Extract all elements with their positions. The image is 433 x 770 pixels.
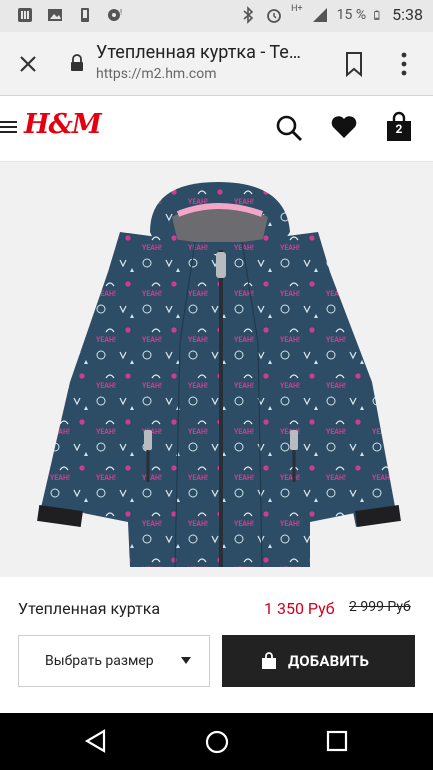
clock: 5:38	[392, 5, 423, 24]
page-title[interactable]: Утепленная куртка - Те…	[96, 42, 336, 63]
hamburger-icon[interactable]	[0, 118, 18, 136]
signal-icon	[312, 7, 327, 22]
battery-icon	[374, 10, 380, 20]
alarm-icon	[267, 8, 282, 23]
shopping-bag-icon	[262, 652, 276, 669]
heart-icon[interactable]	[330, 114, 358, 140]
status-bar: ! H+ 15 % 5:38	[0, 0, 433, 32]
sim-icon	[18, 8, 32, 22]
recents-icon[interactable]	[326, 730, 348, 752]
svg-text:!: !	[120, 8, 122, 17]
product-info-panel: Утепленная куртка 1 350 Руб 2 999 Руб Вы…	[0, 577, 433, 713]
android-nav-bar	[0, 713, 433, 770]
lock-icon	[71, 54, 83, 71]
home-icon[interactable]	[204, 729, 230, 755]
add-button-label: ДОБАВИТЬ	[288, 652, 370, 670]
size-select[interactable]: Выбрать размер	[18, 635, 210, 687]
browser-toolbar: Утепленная куртка - Те… https://m2.hm.co…	[0, 32, 433, 96]
bag-count-badge: 2	[395, 122, 403, 136]
chevron-down-icon	[181, 657, 191, 664]
product-name: Утепленная куртка	[18, 599, 161, 618]
url-text[interactable]: https://m2.hm.com	[96, 66, 216, 82]
size-select-label: Выбрать размер	[45, 653, 154, 669]
original-price: 2 999 Руб	[349, 599, 411, 615]
site-header: H&M 2	[0, 96, 433, 162]
sale-price: 1 350 Руб	[264, 599, 335, 618]
bookmark-icon[interactable]	[342, 50, 366, 78]
jacket-illustration: YEAH!	[37, 182, 401, 568]
overflow-menu-icon[interactable]	[396, 48, 412, 80]
gallery-icon	[48, 9, 62, 21]
search-icon[interactable]	[275, 114, 303, 142]
phone-icon	[81, 8, 89, 22]
close-icon[interactable]	[14, 50, 42, 78]
add-to-bag-button[interactable]: ДОБАВИТЬ	[222, 635, 415, 687]
hm-logo[interactable]: H&M	[24, 109, 102, 140]
bluetooth-icon	[243, 5, 254, 24]
back-icon[interactable]	[84, 729, 108, 753]
network-type: H+	[291, 3, 303, 14]
media-icon: !	[108, 8, 122, 21]
product-image[interactable]: YEAH!	[0, 162, 433, 577]
battery-percent: 15 %	[336, 6, 367, 23]
